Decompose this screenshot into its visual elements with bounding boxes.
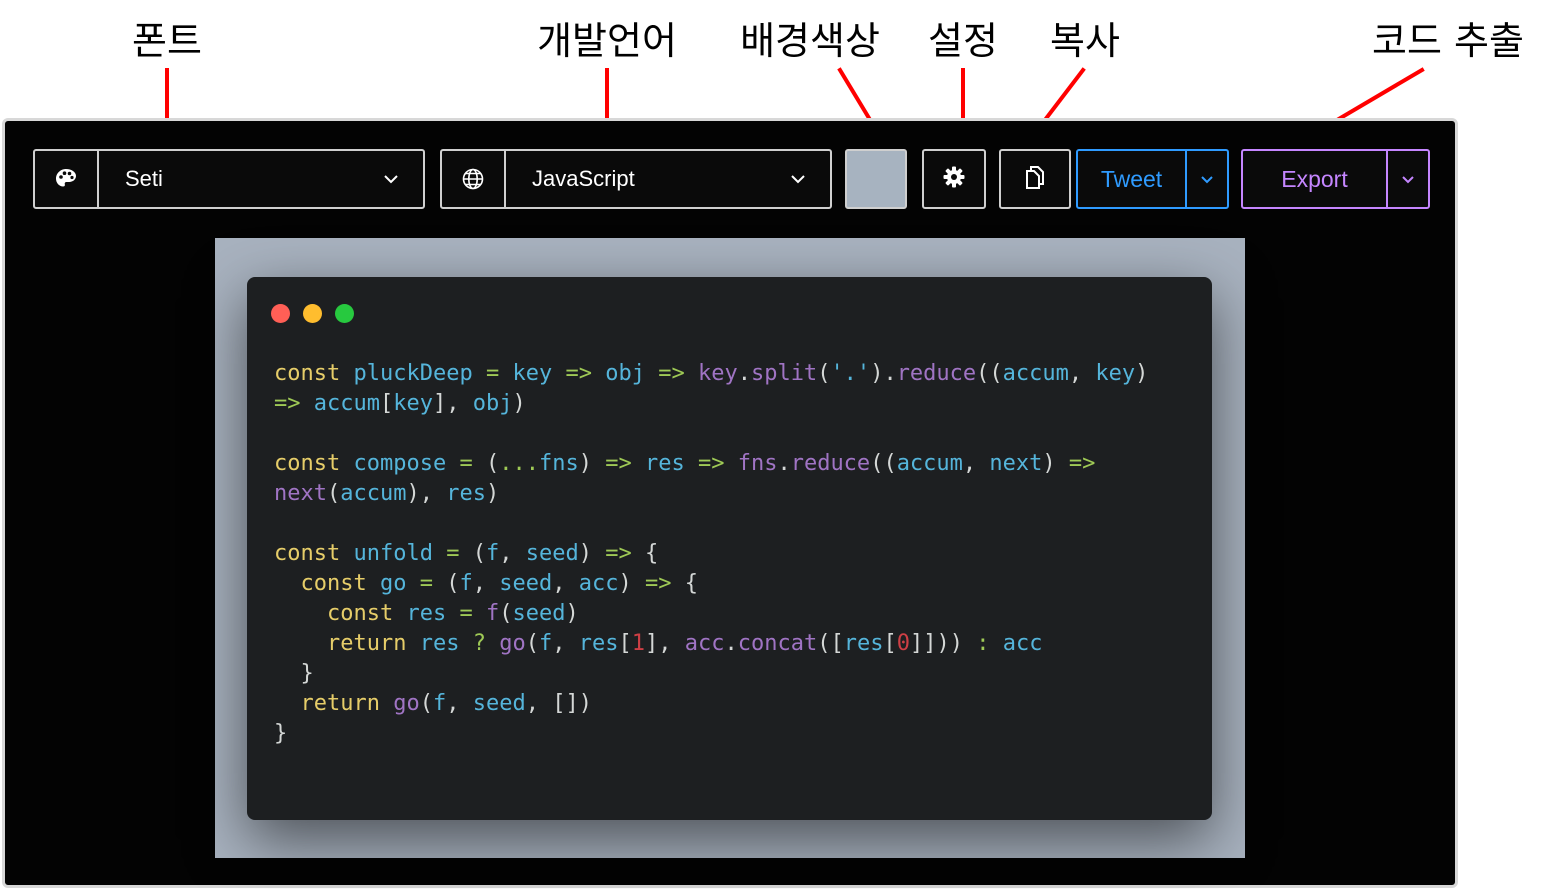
gear-icon xyxy=(942,165,966,193)
export-options-button[interactable] xyxy=(1386,151,1428,207)
app-window: Seti JavaScript Tweet Export const pluck… xyxy=(2,118,1458,888)
background-color-picker[interactable] xyxy=(845,149,907,209)
language-value: JavaScript xyxy=(532,166,635,191)
copy-button[interactable] xyxy=(999,149,1071,209)
chevron-down-icon xyxy=(1402,175,1414,183)
code-line: return res ? go(f, res[1], acc.concat([r… xyxy=(326,631,1043,656)
code-line: const res = f(seed) xyxy=(326,601,579,626)
chevron-down-icon xyxy=(766,174,830,184)
code-line: const pluckDeep = key => obj => key.spli… xyxy=(274,361,1149,386)
tweet-options-button[interactable] xyxy=(1185,151,1227,207)
code-line: } xyxy=(300,661,314,686)
tweet-split-button: Tweet xyxy=(1076,149,1229,209)
copy-icon xyxy=(1023,164,1047,194)
window-minimize-dot xyxy=(303,304,322,323)
globe-icon xyxy=(442,151,506,207)
callout-language-label: 개발언어 xyxy=(537,19,677,63)
export-button[interactable]: Export xyxy=(1243,151,1386,207)
theme-dropdown[interactable]: Seti xyxy=(33,149,425,209)
tweet-button[interactable]: Tweet xyxy=(1078,151,1185,207)
callout-background-label: 배경색상 xyxy=(740,19,880,63)
chevron-down-icon xyxy=(1201,175,1213,183)
code-line: => accum[key], obj) xyxy=(274,391,526,416)
code-line: return go(f, seed, []) xyxy=(300,691,592,716)
code-line: next(accum), res) xyxy=(274,481,500,506)
callout-export-label: 코드 추출 xyxy=(1372,19,1524,63)
settings-button[interactable] xyxy=(922,149,986,209)
code-line: const compose = (...fns) => res => fns.r… xyxy=(274,451,1096,476)
code-canvas-background: const pluckDeep = key => obj => key.spli… xyxy=(215,238,1245,858)
code-line: } xyxy=(274,721,288,746)
chevron-down-icon xyxy=(359,174,423,184)
language-dropdown[interactable]: JavaScript xyxy=(440,149,832,209)
theme-value: Seti xyxy=(125,166,163,191)
callout-settings-label: 설정 xyxy=(928,19,998,63)
window-maximize-dot xyxy=(335,304,354,323)
callout-font-label: 폰트 xyxy=(132,19,202,63)
code-window: const pluckDeep = key => obj => key.spli… xyxy=(247,277,1212,820)
window-close-dot xyxy=(271,304,290,323)
palette-icon xyxy=(35,151,99,207)
callout-copy-label: 복사 xyxy=(1050,19,1120,63)
code-line: const unfold = (f, seed) => { xyxy=(274,541,659,566)
code-line: const go = (f, seed, acc) => { xyxy=(300,571,698,596)
code-editor[interactable]: const pluckDeep = key => obj => key.spli… xyxy=(274,359,1148,749)
export-split-button: Export xyxy=(1241,149,1430,209)
